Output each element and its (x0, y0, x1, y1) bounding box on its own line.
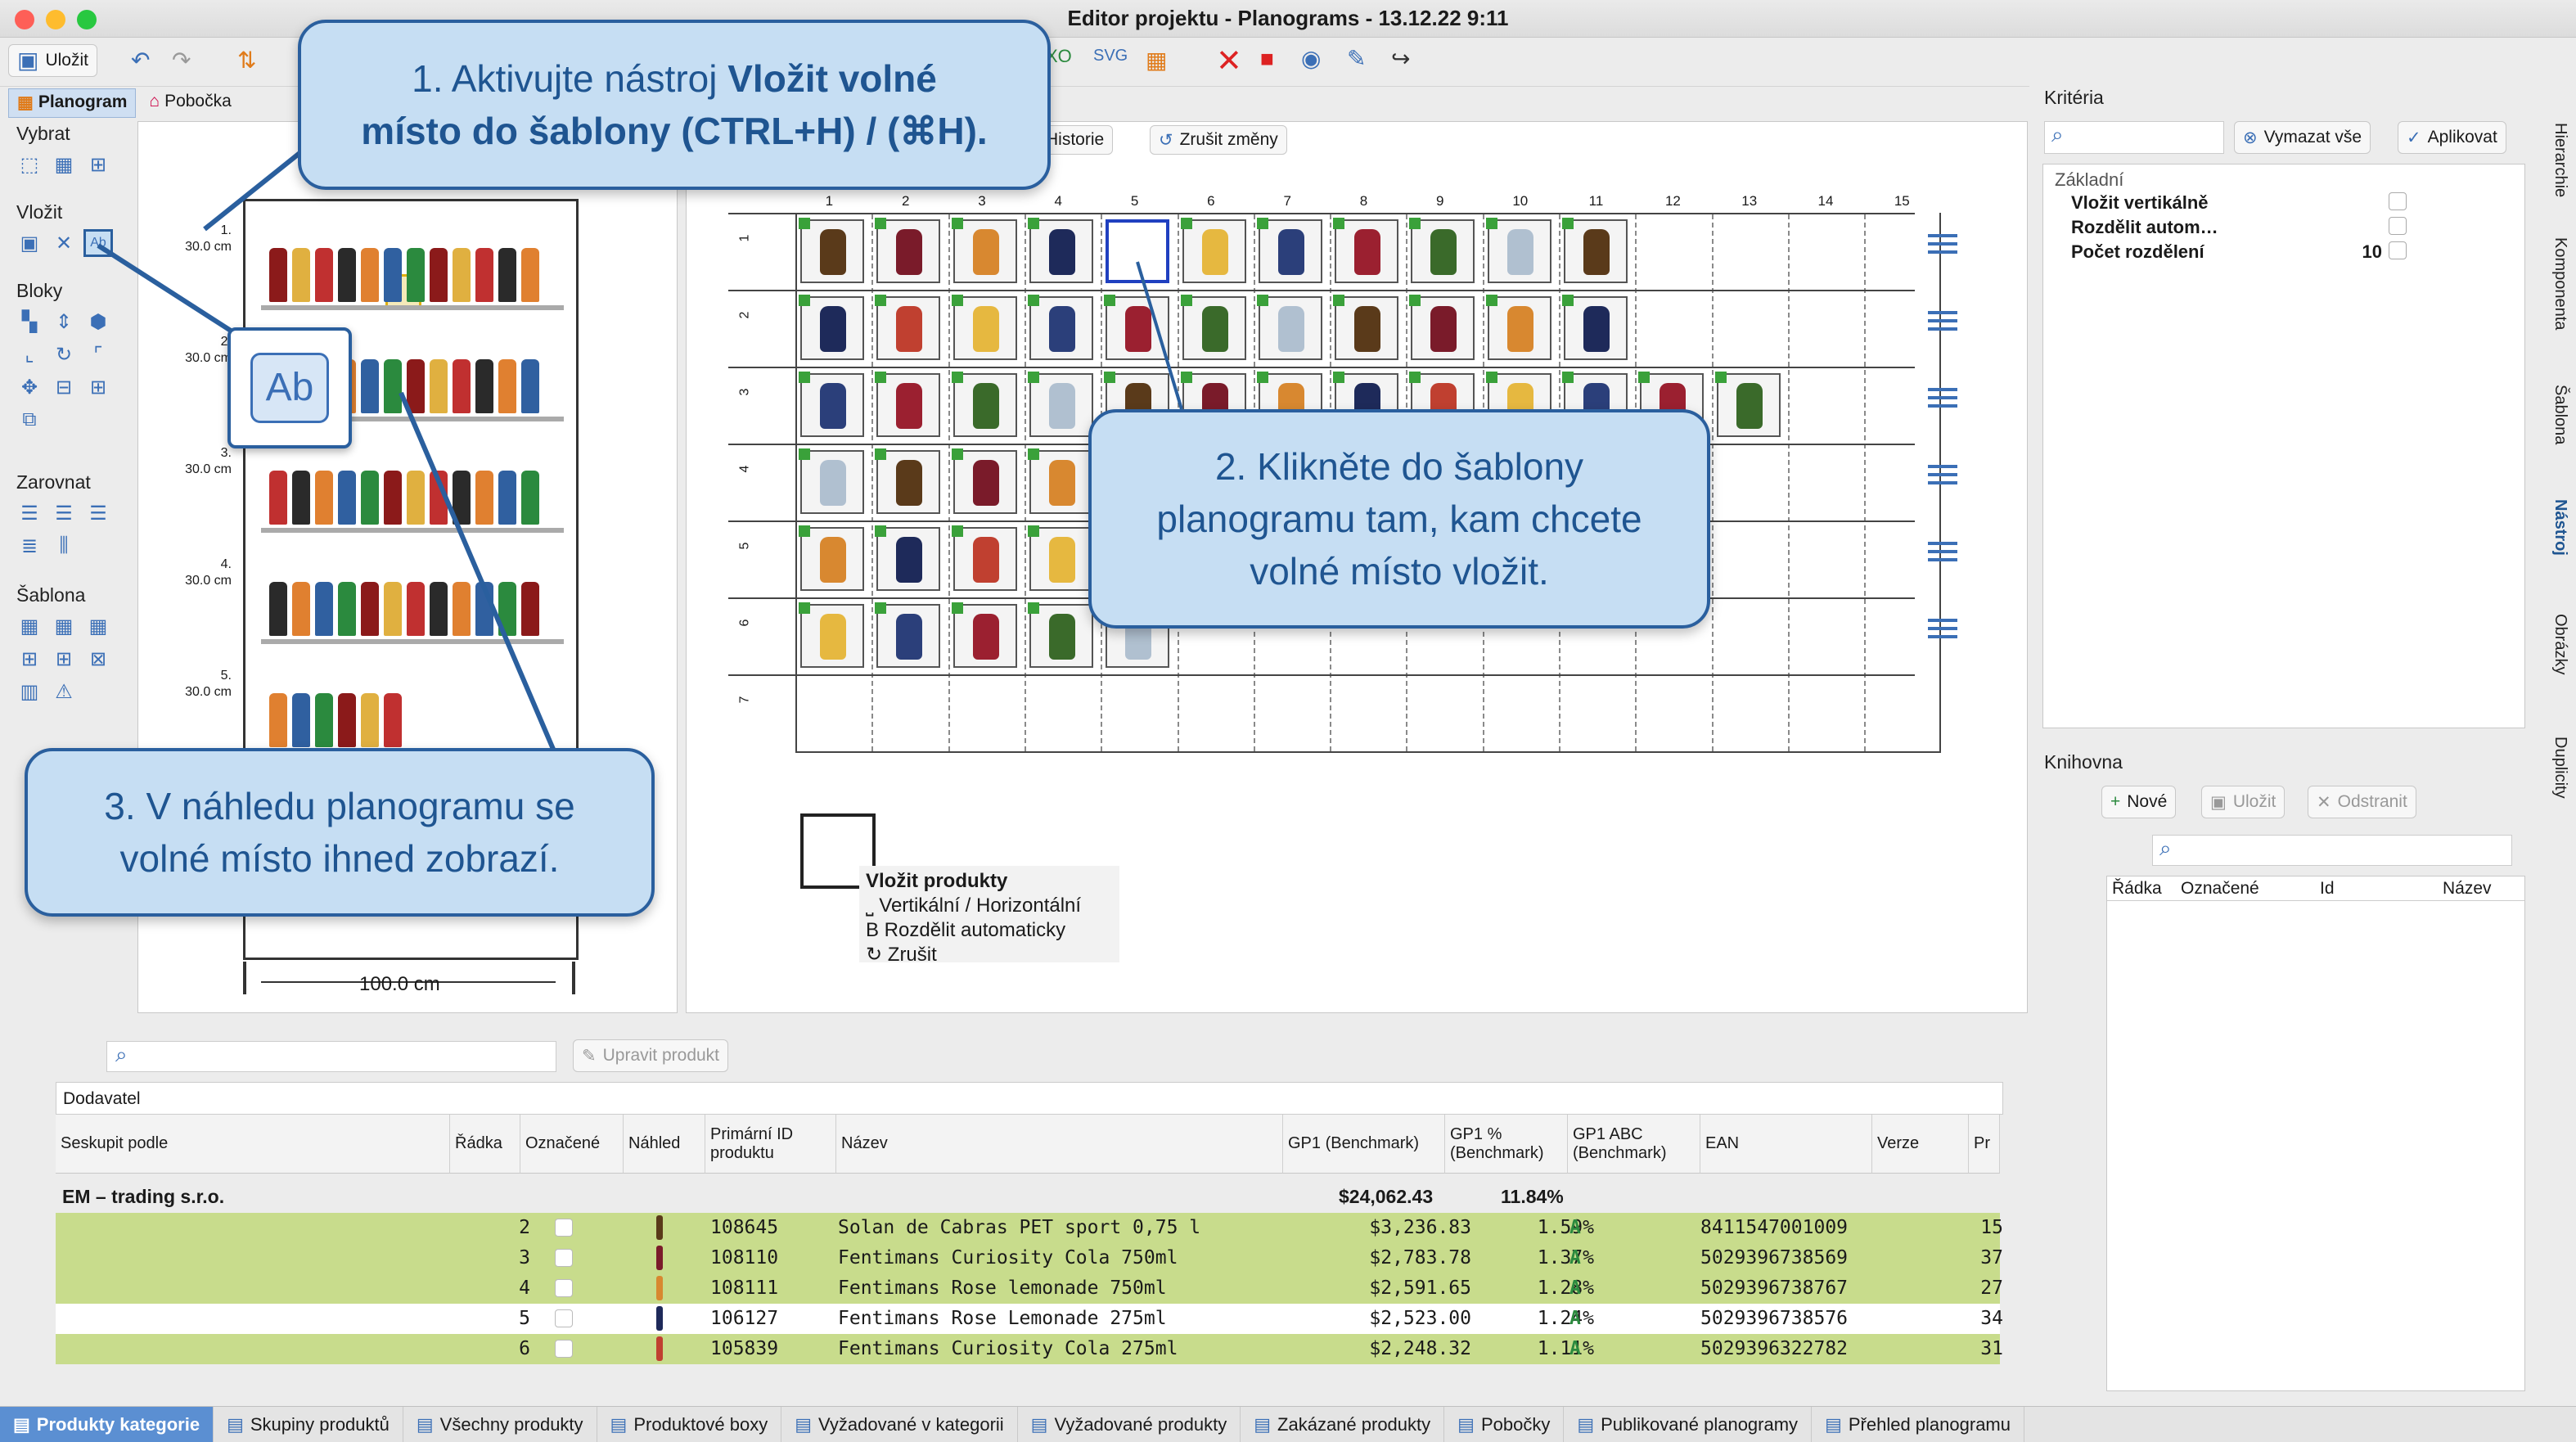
column-header[interactable]: Seskupit podle (56, 1115, 450, 1174)
cell-gp1: $3,236.83 (1369, 1217, 1471, 1238)
callout-1-bold-2: místo do šablony (CTRL+H) / (⌘H). (361, 110, 988, 152)
row-thumbnail (656, 1336, 663, 1361)
row-checkbox[interactable] (555, 1219, 573, 1237)
column-header[interactable]: GP1 (Benchmark) (1283, 1115, 1445, 1174)
right-tab[interactable]: Šablona (2545, 385, 2569, 444)
cell-ean: 5029396322782 (1700, 1338, 1849, 1359)
cell-ean: 5029396738576 (1700, 1308, 1849, 1329)
row-thumbnail (656, 1306, 663, 1331)
right-tab[interactable]: Duplicity (2545, 737, 2569, 799)
cell-ver: 15 (1980, 1217, 2003, 1238)
column-header[interactable]: Verze (1872, 1115, 1969, 1174)
right-tab[interactable]: Hierarchie (2545, 123, 2569, 197)
cell-ver: 34 (1980, 1308, 2003, 1329)
tool-icon-zoom: Ab (227, 327, 352, 448)
row-checkbox[interactable] (555, 1279, 573, 1297)
cell-abc: A (1569, 1247, 1581, 1269)
free-space-tool-icon: Ab (250, 353, 329, 423)
callout-2-text: 2. Klikněte do šablony planogramu tam, k… (1156, 445, 1642, 593)
column-header[interactable]: Řádka (450, 1115, 520, 1174)
cell-abc: A (1569, 1338, 1581, 1359)
row-thumbnail (656, 1215, 663, 1240)
cell-name: Fentimans Rose lemonade 750ml (838, 1278, 1167, 1299)
table-row[interactable]: 3 108110 Fentimans Curiosity Cola 750ml $2,… (56, 1243, 2003, 1273)
cell-ver: 27 (1980, 1278, 2003, 1299)
cell-row: 6 (519, 1338, 530, 1359)
column-header[interactable]: Náhled (624, 1115, 705, 1174)
cell-gp1: $2,523.00 (1369, 1308, 1471, 1329)
row-thumbnail (656, 1246, 663, 1270)
cell-gp1: $2,591.65 (1369, 1278, 1471, 1299)
cell-ean: 8411547001009 (1700, 1217, 1849, 1238)
cell-row: 2 (519, 1217, 530, 1238)
cell-row: 3 (519, 1247, 530, 1269)
callout-step-2: 2. Klikněte do šablony planogramu tam, k… (1088, 409, 1710, 629)
cell-id: 105839 (710, 1338, 779, 1359)
table-row[interactable]: 2 108645 Solan de Cabras PET sport 0,75 l $… (56, 1213, 2003, 1243)
table-row[interactable]: 6 105839 Fentimans Curiosity Cola 275ml $2,… (56, 1334, 2003, 1364)
column-header[interactable]: Pr (1969, 1115, 2000, 1174)
column-header[interactable]: GP1 ABC (Benchmark) (1568, 1115, 1700, 1174)
callout-step-1: 1. Aktivujte nástroj Vložit volné místo … (298, 20, 1051, 190)
cell-abc: A (1569, 1308, 1581, 1329)
cell-gp1: $2,783.78 (1369, 1247, 1471, 1269)
column-header[interactable]: Označené (520, 1115, 624, 1174)
cell-id: 108110 (710, 1247, 779, 1269)
cell-ean: 5029396738569 (1700, 1247, 1849, 1269)
cell-name: Fentimans Rose Lemonade 275ml (838, 1308, 1167, 1329)
row-checkbox[interactable] (555, 1249, 573, 1267)
cell-ean: 5029396738767 (1700, 1278, 1849, 1299)
cell-name: Fentimans Curiosity Cola 275ml (838, 1338, 1178, 1359)
column-header[interactable]: EAN (1700, 1115, 1872, 1174)
right-tab[interactable]: Komponenta (2545, 237, 2569, 330)
table-row[interactable]: 4 108111 Fentimans Rose lemonade 750ml $2,5… (56, 1273, 2003, 1304)
right-tab[interactable]: Obrázky (2545, 614, 2569, 674)
column-header[interactable]: Primární ID produktu (705, 1115, 836, 1174)
row-checkbox[interactable] (555, 1309, 573, 1327)
cell-ver: 37 (1980, 1247, 2003, 1269)
row-checkbox[interactable] (555, 1340, 573, 1358)
column-header[interactable]: GP1 % (Benchmark) (1445, 1115, 1568, 1174)
cell-id: 108111 (710, 1278, 779, 1299)
table-row[interactable]: 5 106127 Fentimans Rose Lemonade 275ml $2,5… (56, 1304, 2003, 1334)
callout-3-text: 3. V náhledu planogramu se volné místo i… (104, 785, 575, 880)
cell-ver: 31 (1980, 1338, 2003, 1359)
cell-id: 106127 (710, 1308, 779, 1329)
cell-gp1: $2,248.32 (1369, 1338, 1471, 1359)
cell-row: 5 (519, 1308, 530, 1329)
cell-name: Solan de Cabras PET sport 0,75 l (838, 1217, 1201, 1238)
callout-step-3: 3. V náhledu planogramu se volné místo i… (25, 748, 655, 917)
cell-id: 108645 (710, 1217, 779, 1238)
cell-name: Fentimans Curiosity Cola 750ml (838, 1247, 1178, 1269)
right-tab[interactable]: Nástroj (2545, 499, 2569, 556)
cell-row: 4 (519, 1278, 530, 1299)
row-thumbnail (656, 1276, 663, 1300)
column-header[interactable]: Název (836, 1115, 1283, 1174)
callout-1-text: 1. Aktivujte nástroj (412, 57, 728, 100)
callout-1-bold: Vložit volné (727, 57, 937, 100)
cell-abc: A (1569, 1217, 1581, 1238)
cell-abc: A (1569, 1278, 1581, 1299)
